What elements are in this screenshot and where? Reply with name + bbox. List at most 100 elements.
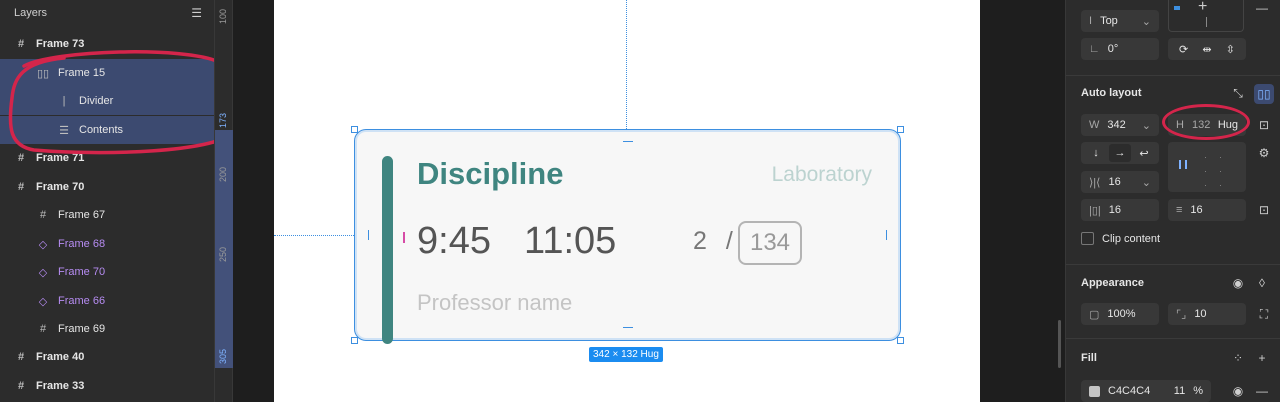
frame-icon: # xyxy=(39,209,47,221)
selection-size-badge: 342 × 132 Hug xyxy=(589,347,663,362)
layer-label: Frame 69 xyxy=(58,323,106,335)
rotation-value: 0° xyxy=(1107,43,1119,55)
add-fill-icon[interactable]: + xyxy=(1254,350,1270,366)
independent-corners-icon[interactable]: ⛶ xyxy=(1256,306,1272,322)
flip-align-group[interactable]: ⟳ ⇹ ⇳ xyxy=(1168,38,1246,60)
vertical-padding-icon: ≡ xyxy=(1176,204,1183,216)
resize-handle-bottom-left[interactable] xyxy=(351,337,358,344)
layer-label: Frame 68 xyxy=(58,238,106,250)
layer-frame-67[interactable]: # Frame 67 xyxy=(0,201,214,229)
width-field[interactable]: W 342 ⌄ xyxy=(1081,114,1159,136)
room-number-box[interactable]: 134 xyxy=(738,221,802,265)
horizontal-padding-field[interactable]: |▯| 16 xyxy=(1081,199,1159,221)
layer-label: Frame 66 xyxy=(58,295,106,307)
auto-layout-toggle-icon[interactable]: ▯▯ xyxy=(1254,84,1274,104)
rotation-field[interactable]: ∟ 0° xyxy=(1081,38,1159,60)
layers-menu-icon[interactable]: ☰ xyxy=(191,6,202,20)
alignment-dots: ·· ·· ·· xyxy=(1204,152,1234,190)
padding-indicator-left xyxy=(368,230,369,240)
section-divider xyxy=(1066,264,1280,265)
corner-radius-field[interactable]: ⌜⌟ 10 xyxy=(1168,303,1246,325)
resize-handle-bottom-right[interactable] xyxy=(897,337,904,344)
constraint-bottom-line xyxy=(1206,17,1207,27)
vertical-align-select[interactable]: I Top ⌄ xyxy=(1081,10,1159,32)
auto-layout-title: Auto layout xyxy=(1081,87,1142,99)
flip-horizontal-icon[interactable]: ⇹ xyxy=(1202,43,1211,56)
ruler-mark: 200 xyxy=(218,166,228,182)
text-cursor-icon: I xyxy=(1089,15,1093,27)
layer-label: Frame 70 xyxy=(36,181,85,193)
corner-radius-value: 10 xyxy=(1194,308,1207,320)
chevron-down-icon: ⌄ xyxy=(1141,15,1151,28)
layers-header: Layers ☰ xyxy=(0,0,214,26)
layer-frame-69[interactable]: # Frame 69 xyxy=(0,315,214,343)
schedule-card[interactable]: Discipline Laboratory 9:45 11:05 2 / 134… xyxy=(351,126,904,344)
resize-to-fit-icon[interactable]: ⊡ xyxy=(1256,117,1272,133)
room-prefix[interactable]: 2 / xyxy=(693,227,733,256)
discipline-title[interactable]: Discipline xyxy=(417,156,563,192)
measure-guide-vertical xyxy=(626,0,627,129)
canvas-scrollbar[interactable] xyxy=(1058,320,1061,368)
end-time[interactable]: 11:05 xyxy=(524,220,616,263)
ruler-mark-selection-end: 305 xyxy=(218,348,228,364)
layer-frame-70[interactable]: # Frame 70 xyxy=(0,173,214,201)
resize-handle-top-left[interactable] xyxy=(351,126,358,133)
direction-wrap-icon[interactable]: ↩ xyxy=(1133,147,1155,160)
clip-content-checkbox[interactable] xyxy=(1081,232,1094,245)
fill-color-field[interactable]: C4C4C4 11 % xyxy=(1081,380,1211,402)
advanced-settings-icon[interactable]: ⚙ xyxy=(1256,145,1272,161)
fill-hex: C4C4C4 xyxy=(1108,385,1151,397)
divider-bar[interactable] xyxy=(382,156,393,344)
gap-field[interactable]: ⟩|⟨ 16 ⌄ xyxy=(1081,171,1159,193)
start-time[interactable]: 9:45 xyxy=(417,220,491,263)
canvas[interactable]: Discipline Laboratory 9:45 11:05 2 / 134… xyxy=(233,0,1065,402)
fill-swatch[interactable] xyxy=(1089,385,1100,397)
individual-padding-icon[interactable]: ⊡ xyxy=(1256,202,1272,218)
angle-icon: ∟ xyxy=(1089,43,1100,55)
layer-label: Frame 70 xyxy=(58,266,106,278)
resize-handle-top-right[interactable] xyxy=(897,126,904,133)
gap-icon: ⟩|⟨ xyxy=(1089,176,1101,189)
fill-title: Fill xyxy=(1081,352,1097,364)
layer-frame-70-instance[interactable]: ◇ Frame 70 xyxy=(0,258,214,286)
frame-icon: # xyxy=(17,181,25,193)
corner-radius-icon: ⌜⌟ xyxy=(1176,308,1187,321)
rotate-icon[interactable]: ⟳ xyxy=(1179,43,1188,56)
horizontal-padding-icon: |▯| xyxy=(1089,204,1101,217)
vertical-padding-value: 16 xyxy=(1190,204,1203,216)
ruler-mark: 250 xyxy=(218,246,228,262)
layer-label: Frame 67 xyxy=(58,209,106,221)
styles-grid-icon[interactable]: ⁘ xyxy=(1230,350,1246,366)
layer-frame-68[interactable]: ◇ Frame 68 xyxy=(0,230,214,258)
layer-frame-33[interactable]: # Frame 33 xyxy=(0,372,214,400)
collapse-icon[interactable]: ⤡ xyxy=(1230,85,1246,101)
direction-vertical-icon[interactable]: ↓ xyxy=(1085,147,1107,159)
clip-content-row[interactable]: Clip content xyxy=(1081,232,1160,245)
component-instance-icon: ◇ xyxy=(38,238,48,251)
alignment-selected-indicator xyxy=(1179,160,1187,169)
fill-opacity-percent: % xyxy=(1193,385,1203,397)
layers-panel: Layers ☰ # Frame 73 ▯▯ Frame 15 | Divide… xyxy=(0,0,241,402)
blend-drop-icon[interactable]: ◊ xyxy=(1254,275,1270,291)
constraints-widget[interactable]: + xyxy=(1168,0,1244,32)
room-floor: 2 xyxy=(693,227,707,255)
section-divider xyxy=(1066,75,1280,76)
class-type-label[interactable]: Laboratory xyxy=(772,163,872,187)
remove-fill-icon[interactable]: — xyxy=(1254,383,1270,399)
minus-icon[interactable]: — xyxy=(1254,0,1270,16)
direction-horizontal-icon[interactable]: → xyxy=(1109,144,1131,162)
layer-frame-66[interactable]: ◇ Frame 66 xyxy=(0,287,214,315)
eye-icon[interactable]: ◉ xyxy=(1230,275,1246,291)
flip-vertical-icon[interactable]: ⇳ xyxy=(1226,43,1235,56)
alignment-grid[interactable]: ·· ·· ·· xyxy=(1168,142,1246,192)
layer-frame-40[interactable]: # Frame 40 xyxy=(0,343,214,371)
fill-visibility-eye-icon[interactable]: ◉ xyxy=(1230,383,1246,399)
measure-guide-horizontal xyxy=(274,235,354,236)
direction-group[interactable]: ↓ → ↩ xyxy=(1081,142,1159,164)
layer-label: Frame 40 xyxy=(36,351,85,363)
vertical-padding-field[interactable]: ≡ 16 xyxy=(1168,199,1246,221)
professor-name[interactable]: Professor name xyxy=(417,290,572,316)
opacity-field[interactable]: ▢ 100% xyxy=(1081,303,1159,325)
frame-icon: # xyxy=(17,351,25,363)
component-instance-icon: ◇ xyxy=(38,295,48,308)
